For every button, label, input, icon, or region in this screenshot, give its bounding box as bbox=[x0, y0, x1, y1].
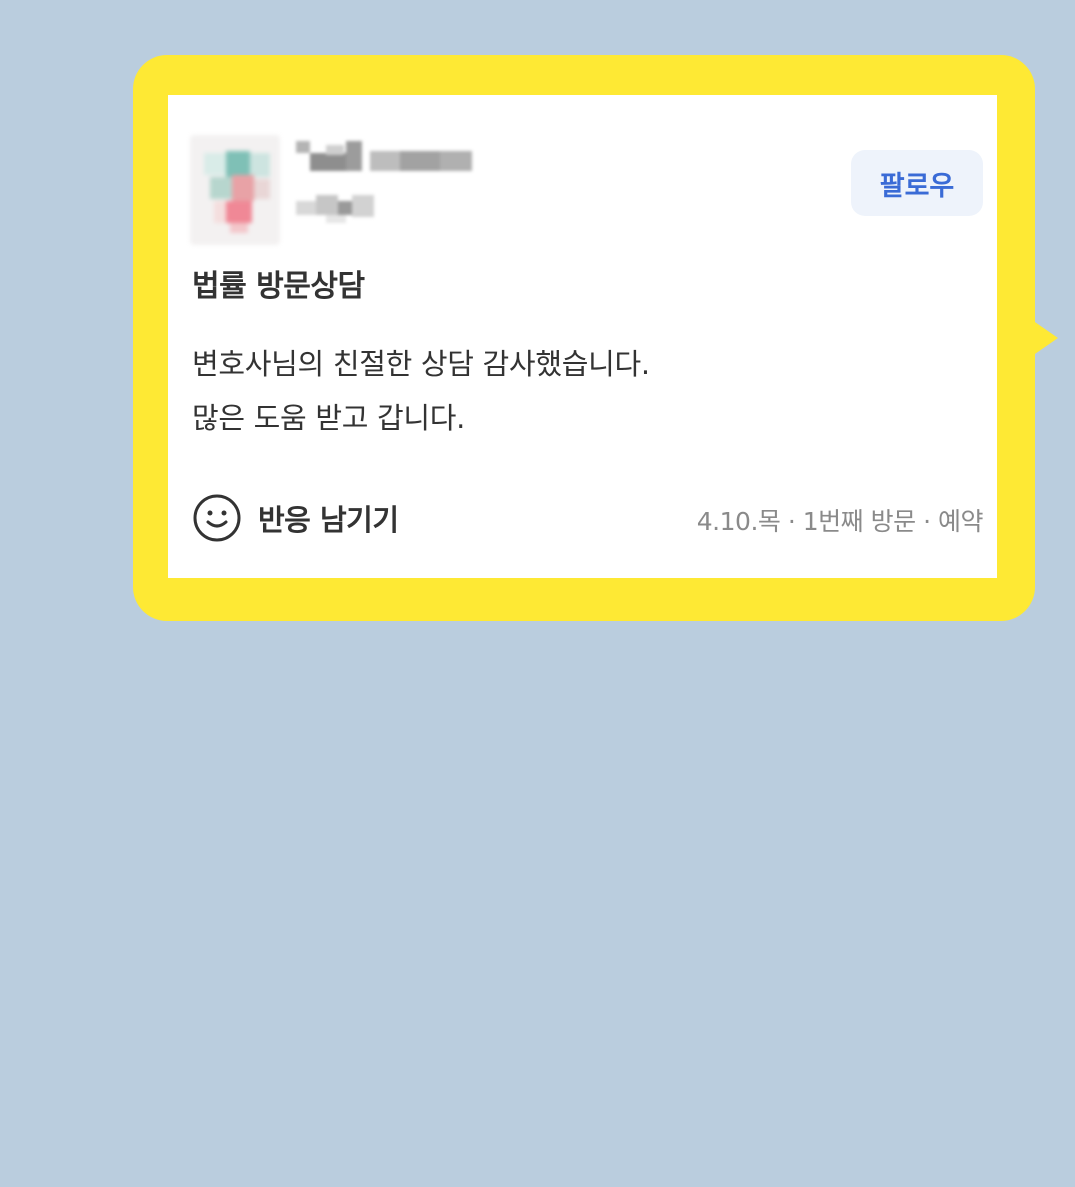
visit-count: 1번째 방문 bbox=[802, 507, 916, 536]
review-content-line: 변호사님의 친절한 상담 감사했습니다. bbox=[192, 347, 650, 381]
review-content-line: 많은 도움 받고 갑니다. bbox=[192, 401, 466, 435]
bubble-tail bbox=[1032, 320, 1058, 356]
meta-separator: · bbox=[787, 507, 803, 536]
follow-button[interactable]: 팔로우 bbox=[851, 150, 983, 216]
avatar[interactable] bbox=[190, 135, 280, 245]
review-title: 법률 방문상담 bbox=[192, 269, 365, 304]
blurred-user-info bbox=[296, 191, 386, 225]
review-meta: 4.10.목 · 1번째 방문 · 예약 bbox=[696, 502, 984, 538]
smiley-icon bbox=[192, 493, 242, 543]
meta-separator: · bbox=[923, 507, 938, 536]
visit-type: 예약 bbox=[937, 507, 984, 536]
react-label: 반응 남기기 bbox=[258, 503, 399, 537]
react-button[interactable]: 반응 남기기 bbox=[192, 493, 399, 543]
blurred-username bbox=[296, 141, 476, 175]
review-card: 팔로우 법률 방문상담 변호사님의 친절한 상담 감사했습니다. 많은 도움 받… bbox=[168, 95, 997, 578]
review-content: 변호사님의 친절한 상담 감사했습니다. 많은 도움 받고 갑니다. bbox=[192, 337, 650, 445]
visit-date: 4.10.목 bbox=[696, 507, 781, 536]
